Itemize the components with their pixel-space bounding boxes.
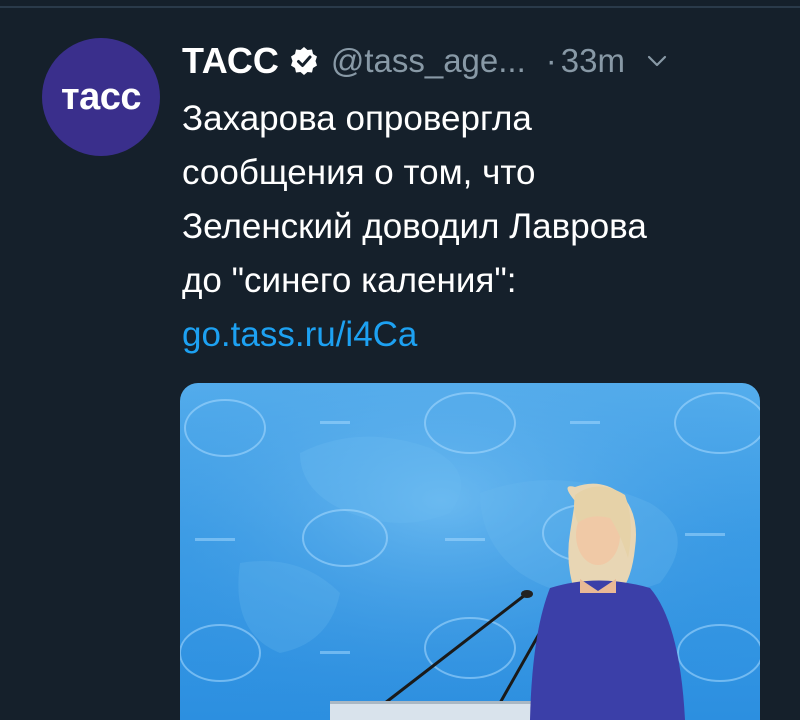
author-name[interactable]: ТАСС xyxy=(182,40,279,82)
author-handle[interactable]: @tass_age... xyxy=(331,42,526,80)
avatar[interactable]: тасс xyxy=(42,38,160,156)
press-briefing-photo xyxy=(180,383,760,720)
tweet-timestamp[interactable]: 33m xyxy=(561,42,625,80)
tweet-card[interactable]: тасс ТАСС @tass_age... · 33m Захарова оп… xyxy=(0,0,800,720)
verified-badge-icon xyxy=(289,46,319,76)
tweet-text-line: Захарова опровергла xyxy=(182,99,532,138)
tweet-text: Захарова опровергла сообщения о том, что… xyxy=(182,92,782,362)
tweet-header: ТАСС @tass_age... · 33m xyxy=(182,38,772,84)
tweet-media-image[interactable] xyxy=(180,383,760,720)
tweet-text-line: сообщения о том, что xyxy=(182,153,536,192)
tweet-link[interactable]: go.tass.ru/i4Ca xyxy=(182,308,782,362)
separator-dot: · xyxy=(545,42,557,79)
tweet-text-line: Зеленский доводил Лаврова xyxy=(182,207,647,246)
chevron-down-icon[interactable] xyxy=(647,54,667,68)
tweet-text-line: до "синего каления": xyxy=(182,261,517,300)
avatar-logo: тасс xyxy=(60,75,142,118)
